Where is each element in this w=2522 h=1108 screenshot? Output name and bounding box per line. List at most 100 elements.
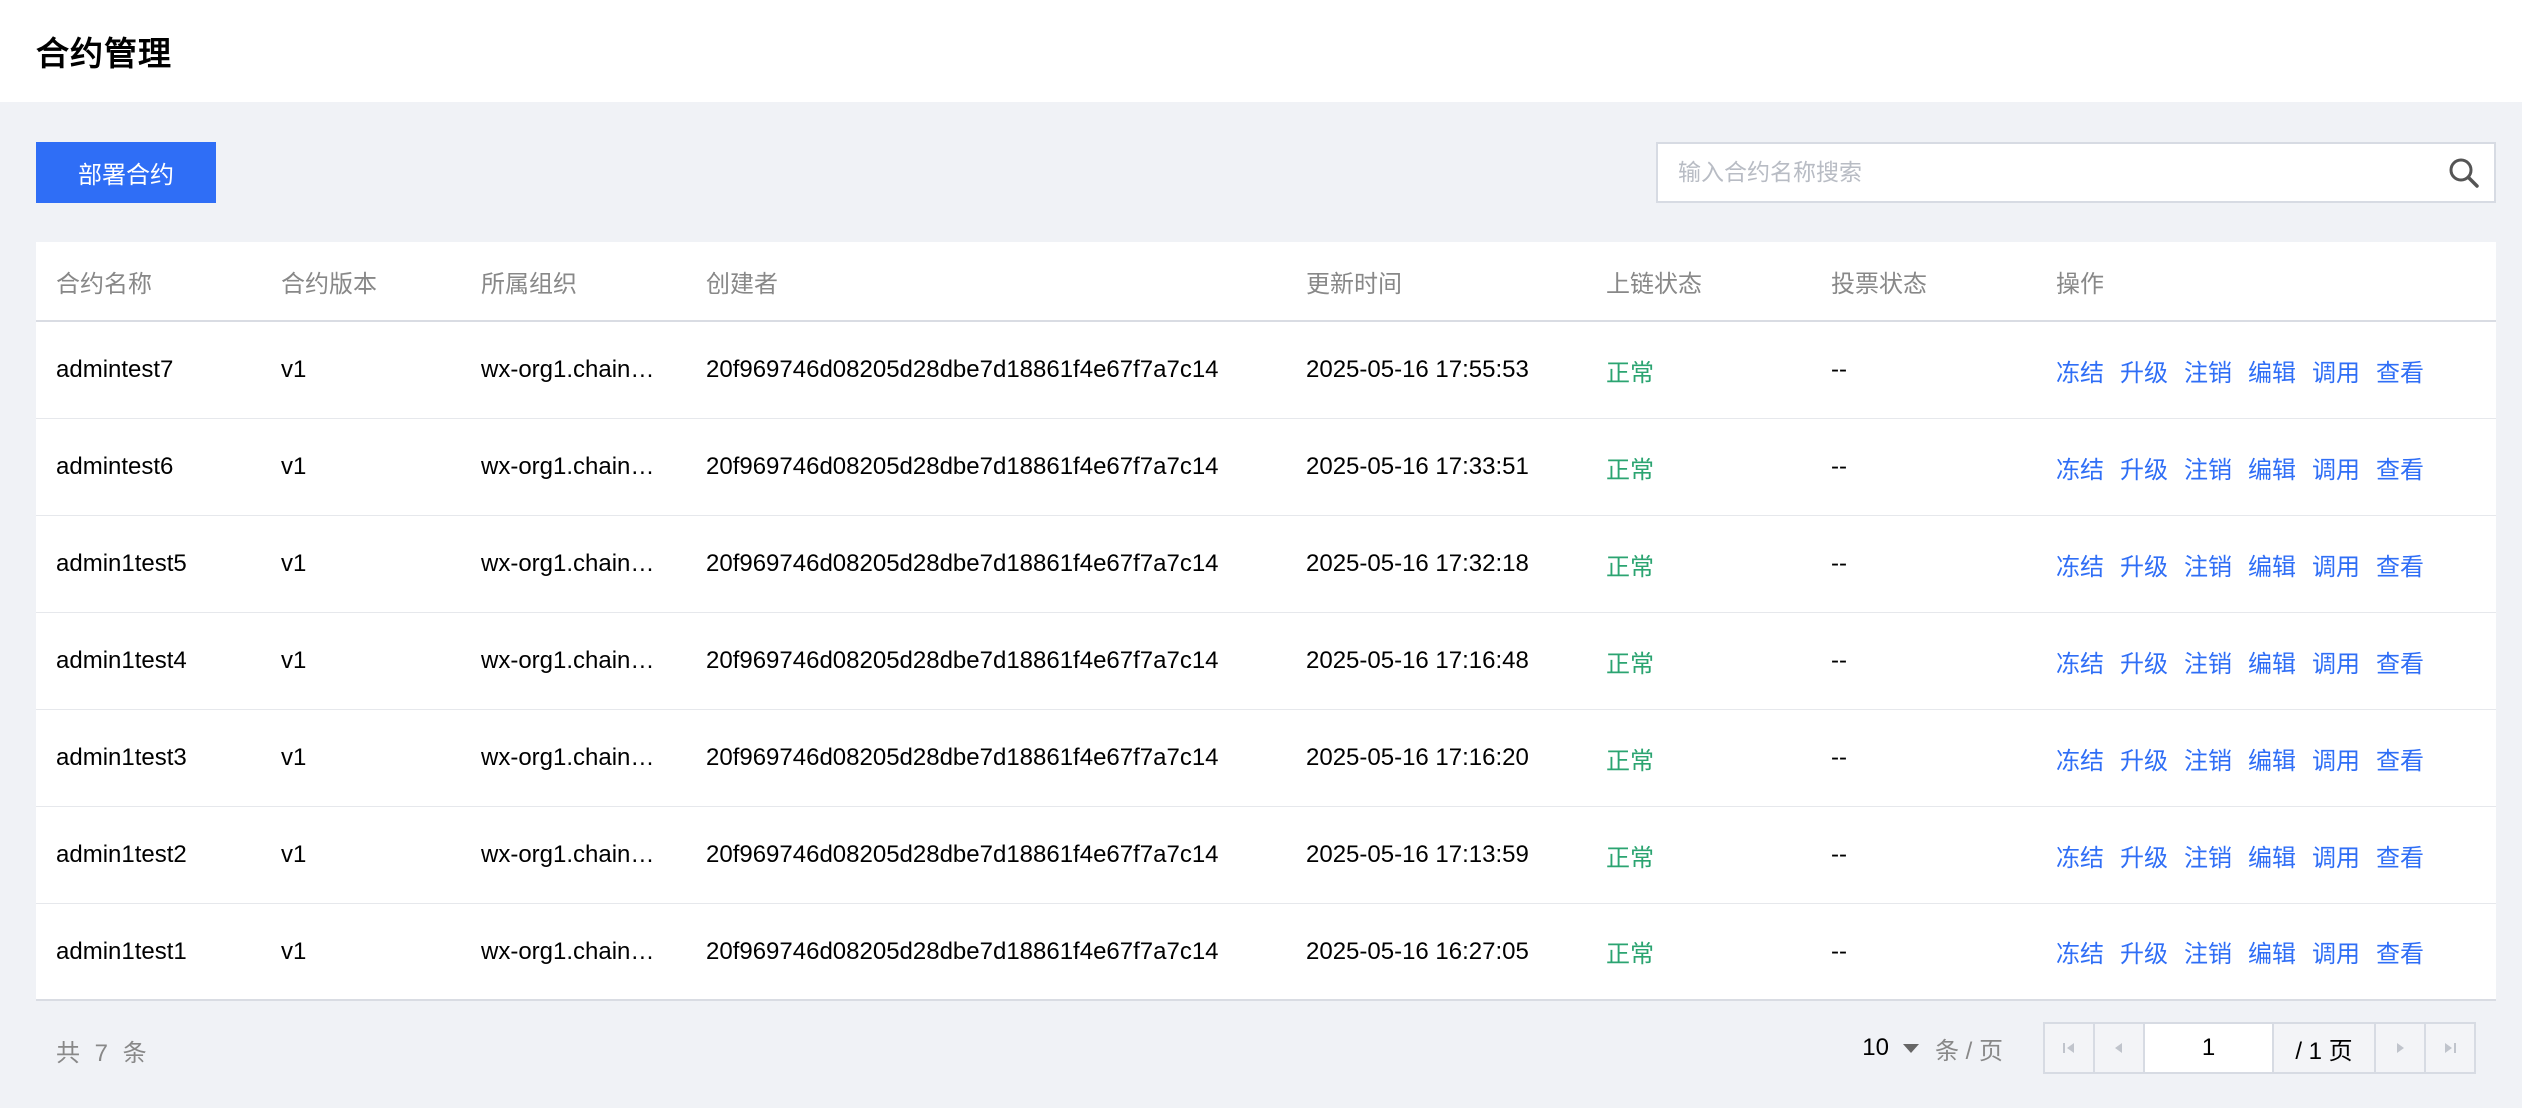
cell-vote-status: -- bbox=[1831, 937, 1847, 965]
cell-creator: 20f969746d08205d28dbe7d18861f4e67f7a7c14 bbox=[706, 744, 1219, 771]
cell-contract-name: admin1test3 bbox=[56, 744, 187, 771]
edit-link[interactable]: 编辑 bbox=[2248, 450, 2296, 485]
table-row: admin1test2 v1 wx-org1.chain… 20f969746d082… bbox=[36, 807, 2496, 904]
view-link[interactable]: 查看 bbox=[2376, 644, 2424, 679]
cell-vote-status: -- bbox=[1831, 647, 1847, 674]
cell-actions: 冻结 升级 注销 编辑 调用 查看 bbox=[2036, 838, 2496, 873]
header-creator: 创建者 bbox=[706, 270, 778, 298]
edit-link[interactable]: 编辑 bbox=[2248, 547, 2296, 582]
cell-contract-name: admin1test1 bbox=[56, 937, 187, 965]
cancel-link[interactable]: 注销 bbox=[2184, 547, 2232, 582]
view-link[interactable]: 查看 bbox=[2376, 741, 2424, 776]
cell-organization: wx-org1.chain… bbox=[481, 356, 655, 383]
next-page-button[interactable] bbox=[2374, 1024, 2424, 1072]
cell-creator: 20f969746d08205d28dbe7d18861f4e67f7a7c14 bbox=[706, 841, 1219, 868]
freeze-link[interactable]: 冻结 bbox=[2056, 450, 2104, 485]
page-number-input[interactable] bbox=[2145, 1024, 2272, 1072]
page-size-value: 10 bbox=[1862, 1034, 1889, 1061]
invoke-link[interactable]: 调用 bbox=[2312, 353, 2360, 388]
invoke-link[interactable]: 调用 bbox=[2312, 934, 2360, 969]
cell-contract-name: admin1test5 bbox=[56, 550, 187, 577]
edit-link[interactable]: 编辑 bbox=[2248, 353, 2296, 388]
edit-link[interactable]: 编辑 bbox=[2248, 838, 2296, 873]
table-row: admin1test5 v1 wx-org1.chain… 20f969746d082… bbox=[36, 516, 2496, 613]
cell-actions: 冻结 升级 注销 编辑 调用 查看 bbox=[2036, 547, 2496, 582]
view-link[interactable]: 查看 bbox=[2376, 353, 2424, 388]
header-updated-time: 更新时间 bbox=[1306, 270, 1402, 298]
cell-chain-status: 正常 bbox=[1606, 553, 1654, 581]
cell-contract-version: v1 bbox=[281, 356, 307, 383]
prev-page-button[interactable] bbox=[2095, 1024, 2145, 1072]
upgrade-link[interactable]: 升级 bbox=[2120, 934, 2168, 969]
cell-contract-name: admintest6 bbox=[56, 453, 174, 480]
cell-vote-status: -- bbox=[1831, 356, 1847, 383]
cell-chain-status: 正常 bbox=[1606, 456, 1654, 484]
view-link[interactable]: 查看 bbox=[2376, 450, 2424, 485]
cancel-link[interactable]: 注销 bbox=[2184, 450, 2232, 485]
freeze-link[interactable]: 冻结 bbox=[2056, 741, 2104, 776]
invoke-link[interactable]: 调用 bbox=[2312, 547, 2360, 582]
cancel-link[interactable]: 注销 bbox=[2184, 353, 2232, 388]
header-chain-status: 上链状态 bbox=[1606, 270, 1702, 298]
cell-vote-status: -- bbox=[1831, 841, 1847, 868]
cell-contract-version: v1 bbox=[281, 550, 307, 577]
upgrade-link[interactable]: 升级 bbox=[2120, 644, 2168, 679]
freeze-link[interactable]: 冻结 bbox=[2056, 547, 2104, 582]
cancel-link[interactable]: 注销 bbox=[2184, 934, 2232, 969]
cell-organization: wx-org1.chain… bbox=[481, 453, 655, 480]
first-page-button[interactable] bbox=[2045, 1024, 2095, 1072]
upgrade-link[interactable]: 升级 bbox=[2120, 450, 2168, 485]
cell-vote-status: -- bbox=[1831, 550, 1847, 577]
total-pages: / 1 页 bbox=[2272, 1024, 2374, 1072]
cell-contract-name: admin1test4 bbox=[56, 647, 187, 674]
cell-organization: wx-org1.chain… bbox=[481, 841, 655, 868]
page-size-select[interactable]: 10 bbox=[1862, 1034, 1919, 1062]
chevron-down-icon bbox=[1902, 1043, 1919, 1053]
action-links: 冻结 升级 注销 编辑 调用 查看 bbox=[2056, 838, 2496, 873]
upgrade-link[interactable]: 升级 bbox=[2120, 547, 2168, 582]
cell-chain-status: 正常 bbox=[1606, 747, 1654, 775]
per-page-label: 条 / 页 bbox=[1934, 1037, 2003, 1065]
header-actions: 操作 bbox=[2056, 270, 2104, 298]
edit-link[interactable]: 编辑 bbox=[2248, 644, 2296, 679]
table-row: admin1test4 v1 wx-org1.chain… 20f969746d082… bbox=[36, 613, 2496, 710]
freeze-link[interactable]: 冻结 bbox=[2056, 934, 2104, 969]
invoke-link[interactable]: 调用 bbox=[2312, 741, 2360, 776]
total-count: 共 7 条 bbox=[56, 1039, 151, 1067]
cancel-link[interactable]: 注销 bbox=[2184, 644, 2232, 679]
cell-creator: 20f969746d08205d28dbe7d18861f4e67f7a7c14 bbox=[706, 550, 1219, 577]
cell-chain-status: 正常 bbox=[1606, 844, 1654, 872]
cell-contract-name: admintest7 bbox=[56, 356, 174, 383]
invoke-link[interactable]: 调用 bbox=[2312, 838, 2360, 873]
search-input[interactable] bbox=[1658, 144, 2434, 201]
cell-contract-version: v1 bbox=[281, 647, 307, 674]
view-link[interactable]: 查看 bbox=[2376, 547, 2424, 582]
freeze-link[interactable]: 冻结 bbox=[2056, 353, 2104, 388]
table-body: admintest7 v1 wx-org1.chain… 20f969746d0820… bbox=[36, 322, 2496, 1001]
cell-organization: wx-org1.chain… bbox=[481, 744, 655, 771]
action-links: 冻结 升级 注销 编辑 调用 查看 bbox=[2056, 934, 2496, 969]
freeze-link[interactable]: 冻结 bbox=[2056, 838, 2104, 873]
edit-link[interactable]: 编辑 bbox=[2248, 934, 2296, 969]
table-row: admin1test3 v1 wx-org1.chain… 20f969746d082… bbox=[36, 710, 2496, 807]
search-icon[interactable] bbox=[2434, 144, 2494, 201]
cell-updated-time: 2025-05-16 17:13:59 bbox=[1306, 841, 1529, 868]
last-page-button[interactable] bbox=[2424, 1024, 2474, 1072]
cell-creator: 20f969746d08205d28dbe7d18861f4e67f7a7c14 bbox=[706, 453, 1219, 480]
edit-link[interactable]: 编辑 bbox=[2248, 741, 2296, 776]
cell-contract-version: v1 bbox=[281, 744, 307, 771]
cancel-link[interactable]: 注销 bbox=[2184, 838, 2232, 873]
view-link[interactable]: 查看 bbox=[2376, 934, 2424, 969]
deploy-contract-button[interactable]: 部署合约 bbox=[36, 142, 216, 203]
cancel-link[interactable]: 注销 bbox=[2184, 741, 2232, 776]
upgrade-link[interactable]: 升级 bbox=[2120, 741, 2168, 776]
invoke-link[interactable]: 调用 bbox=[2312, 450, 2360, 485]
next-page-icon bbox=[2397, 1043, 2404, 1053]
freeze-link[interactable]: 冻结 bbox=[2056, 644, 2104, 679]
cell-organization: wx-org1.chain… bbox=[481, 550, 655, 577]
upgrade-link[interactable]: 升级 bbox=[2120, 353, 2168, 388]
upgrade-link[interactable]: 升级 bbox=[2120, 838, 2168, 873]
action-links: 冻结 升级 注销 编辑 调用 查看 bbox=[2056, 547, 2496, 582]
view-link[interactable]: 查看 bbox=[2376, 838, 2424, 873]
invoke-link[interactable]: 调用 bbox=[2312, 644, 2360, 679]
